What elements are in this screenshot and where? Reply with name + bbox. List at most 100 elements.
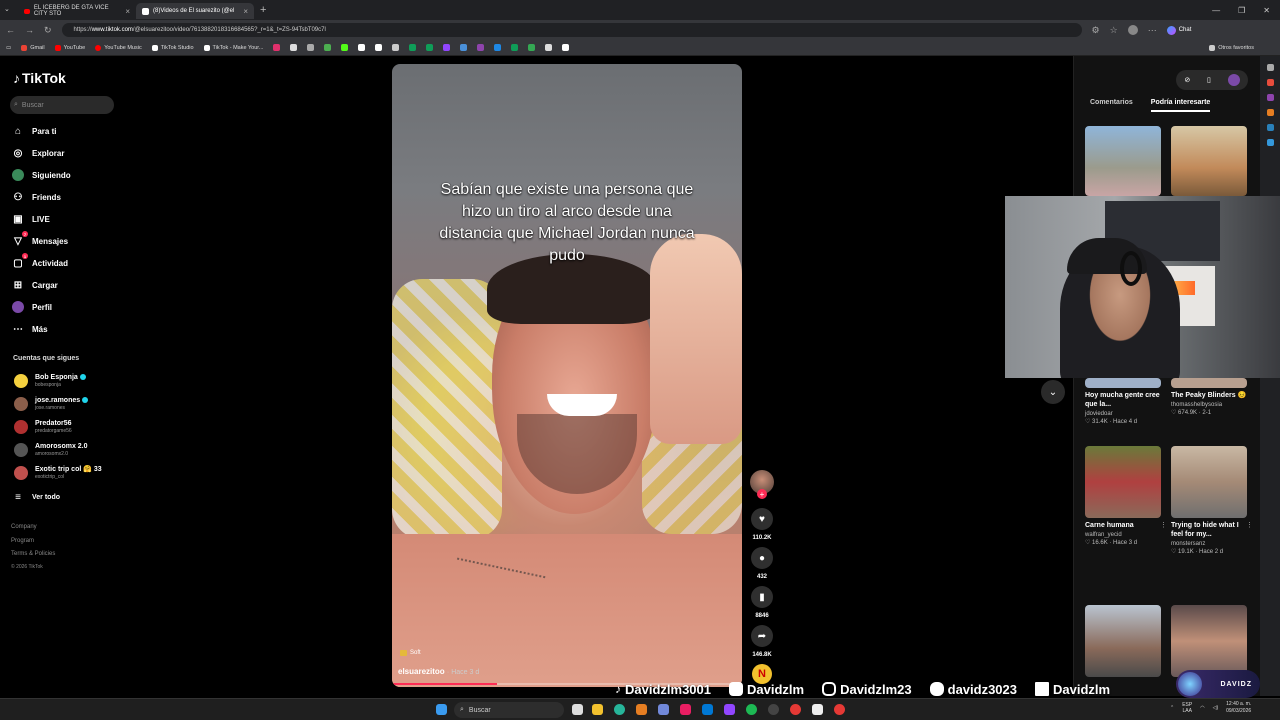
nav-item-explorar[interactable]: ◎ Explorar: [12, 147, 65, 159]
volume-icon[interactable]: ◁): [1213, 705, 1219, 711]
footer-program[interactable]: Program: [11, 538, 34, 544]
following-account[interactable]: Bob Esponja bobesponja: [14, 374, 86, 388]
bookmark-tiktok[interactable]: TikTok - Make Your...: [203, 44, 263, 51]
user-avatar[interactable]: [1227, 74, 1240, 86]
task-view-icon[interactable]: [572, 704, 583, 715]
link-bookmark-icon[interactable]: [290, 44, 298, 51]
tiktok-logo[interactable]: ♪ TikTok: [13, 70, 66, 86]
suggested-card-thumb-top[interactable]: [1171, 126, 1247, 196]
app-icon[interactable]: [834, 704, 845, 715]
wifi-icon[interactable]: ◠: [1200, 705, 1204, 711]
close-tab-icon[interactable]: ×: [125, 7, 130, 16]
instagram-bookmark-icon[interactable]: [273, 44, 281, 51]
search-input[interactable]: ⌕ Buscar: [10, 96, 114, 114]
sound-tag[interactable]: Soft: [400, 650, 421, 656]
bookmark-youtube[interactable]: YouTube: [54, 44, 85, 51]
nav-item-friends[interactable]: ⚇ Friends: [12, 191, 61, 203]
s-bookmark-icon[interactable]: [545, 44, 553, 51]
sheets-bookmark-icon[interactable]: [426, 44, 434, 51]
settings-bookmark-icon[interactable]: [307, 44, 315, 51]
diamond-bookmark-icon[interactable]: [375, 44, 383, 51]
like-button[interactable]: ♥ 110.2K: [750, 508, 774, 541]
back-icon[interactable]: ←: [6, 25, 15, 35]
maximize-icon[interactable]: ❐: [1238, 6, 1245, 15]
clock[interactable]: 12:40 a. m. 09/03/2026: [1226, 701, 1251, 715]
blue-bookmark-icon[interactable]: [460, 44, 468, 51]
see-all-link[interactable]: ≡ Ver todo: [12, 491, 60, 503]
suggested-card[interactable]: Carne humana walfran_yecid ♡ 16.6K · Hac…: [1085, 446, 1167, 546]
nav-item-mas[interactable]: ⋯ Más: [12, 323, 48, 335]
purple-bookmark-icon[interactable]: [477, 44, 485, 51]
suggested-card[interactable]: [1171, 605, 1247, 677]
chat-button[interactable]: Chat: [1166, 25, 1191, 35]
reload-icon[interactable]: ↻: [44, 25, 52, 36]
language-indicator[interactable]: ESP LAA: [1182, 702, 1192, 714]
app-icon[interactable]: [724, 704, 735, 715]
bookmark-gmail[interactable]: Gmail: [21, 44, 45, 51]
nav-item-cargar[interactable]: ⊞ Cargar: [12, 279, 58, 291]
nav-item-siguiendo[interactable]: Siguiendo: [12, 169, 71, 181]
tab-comments[interactable]: Comentarios: [1090, 99, 1133, 112]
send-icon[interactable]: [1266, 139, 1274, 146]
windows-start-icon[interactable]: [436, 704, 447, 715]
sheets-bookmark-icon[interactable]: [409, 44, 417, 51]
bookmark-tiktok-studio[interactable]: TikTok Studio: [151, 44, 194, 51]
twitch-bookmark-icon[interactable]: [443, 44, 451, 51]
app-bookmark-icon[interactable]: [494, 44, 502, 51]
tab-menu-icon[interactable]: ⌄: [4, 5, 10, 13]
suggested-card[interactable]: [1085, 605, 1161, 677]
kick-bookmark-icon[interactable]: [341, 44, 349, 51]
share-button[interactable]: ➦ 146.8K: [750, 625, 774, 658]
nav-item-live[interactable]: ▣ LIVE: [12, 213, 50, 225]
edge-icon[interactable]: [614, 704, 625, 715]
scroll-down-button[interactable]: ⌄: [1041, 380, 1065, 404]
r-bookmark-icon[interactable]: [562, 44, 570, 51]
following-account[interactable]: Amorosomx 2.0 amorosomx2.0: [14, 443, 88, 457]
tab-tiktok[interactable]: (8)Videos de El suarezito (@el ×: [136, 3, 254, 19]
chevron-up-icon[interactable]: ⌃: [1170, 705, 1174, 711]
suggested-card[interactable]: The Peaky Blinders 😣 thomasshelbysosia ♡…: [1171, 378, 1247, 416]
globe-bookmark-icon[interactable]: [392, 44, 400, 51]
bookmarks-toggle-icon[interactable]: ▭: [6, 45, 11, 51]
nav-item-perfil[interactable]: Perfil: [12, 301, 52, 313]
close-window-icon[interactable]: ✕: [1263, 6, 1270, 15]
minimize-icon[interactable]: —: [1212, 6, 1220, 15]
sheets-bookmark-icon[interactable]: [511, 44, 519, 51]
suggested-card[interactable]: Trying to hide what I feel for my... mon…: [1171, 446, 1253, 555]
drive-bookmark-icon[interactable]: [528, 44, 536, 51]
favorites-icon[interactable]: ☆: [1110, 25, 1118, 36]
new-tab-button[interactable]: +: [260, 4, 266, 16]
tab-suggested[interactable]: Podría interesarte: [1150, 99, 1211, 112]
spotify-icon[interactable]: [746, 704, 757, 715]
footer-company[interactable]: Company: [11, 524, 37, 530]
phone-icon[interactable]: ▯: [1207, 76, 1211, 84]
capcut-icon[interactable]: [812, 704, 823, 715]
tools-icon[interactable]: [1266, 94, 1274, 101]
tiktok-bookmark-icon[interactable]: [358, 44, 366, 51]
author-avatar-button[interactable]: +: [750, 470, 774, 499]
office-icon[interactable]: [1266, 109, 1274, 116]
taskbar-search[interactable]: ⌕ Buscar: [454, 702, 564, 718]
following-account[interactable]: Predator56 predatorgame56: [14, 420, 72, 434]
following-account[interactable]: Exotic trip col 🤗 33 exotictrip_col: [14, 466, 102, 480]
more-options-icon[interactable]: ⋮: [1246, 521, 1253, 529]
suggested-card[interactable]: Hoy mucha gente cree que la... jdoviedoa…: [1085, 378, 1161, 425]
extensions-icon[interactable]: ⚙: [1092, 25, 1100, 36]
green-bookmark-icon[interactable]: [324, 44, 332, 51]
forward-icon[interactable]: →: [25, 25, 34, 35]
video-player[interactable]: Sabían que existe una persona que hizo u…: [392, 64, 742, 687]
browser-menu-icon[interactable]: ⋯: [1148, 25, 1157, 36]
profile-avatar[interactable]: [1127, 25, 1138, 35]
save-button[interactable]: ▮ 8846: [750, 586, 774, 619]
video-author[interactable]: elsuarezitoo · Hace 3 d: [398, 667, 479, 676]
nav-item-actividad[interactable]: ▢ 1 Actividad: [12, 253, 68, 269]
app-icon[interactable]: [680, 704, 691, 715]
app-icon[interactable]: [702, 704, 713, 715]
comment-button[interactable]: ● 432: [750, 547, 774, 580]
app-icon[interactable]: [636, 704, 647, 715]
nav-item-para-ti[interactable]: ⌂ Para ti: [12, 125, 57, 137]
more-options-icon[interactable]: ⋮: [1160, 521, 1167, 529]
outlook-icon[interactable]: [1266, 124, 1274, 131]
search-icon[interactable]: [1266, 64, 1274, 71]
compass-icon[interactable]: ⊘: [1184, 76, 1190, 84]
